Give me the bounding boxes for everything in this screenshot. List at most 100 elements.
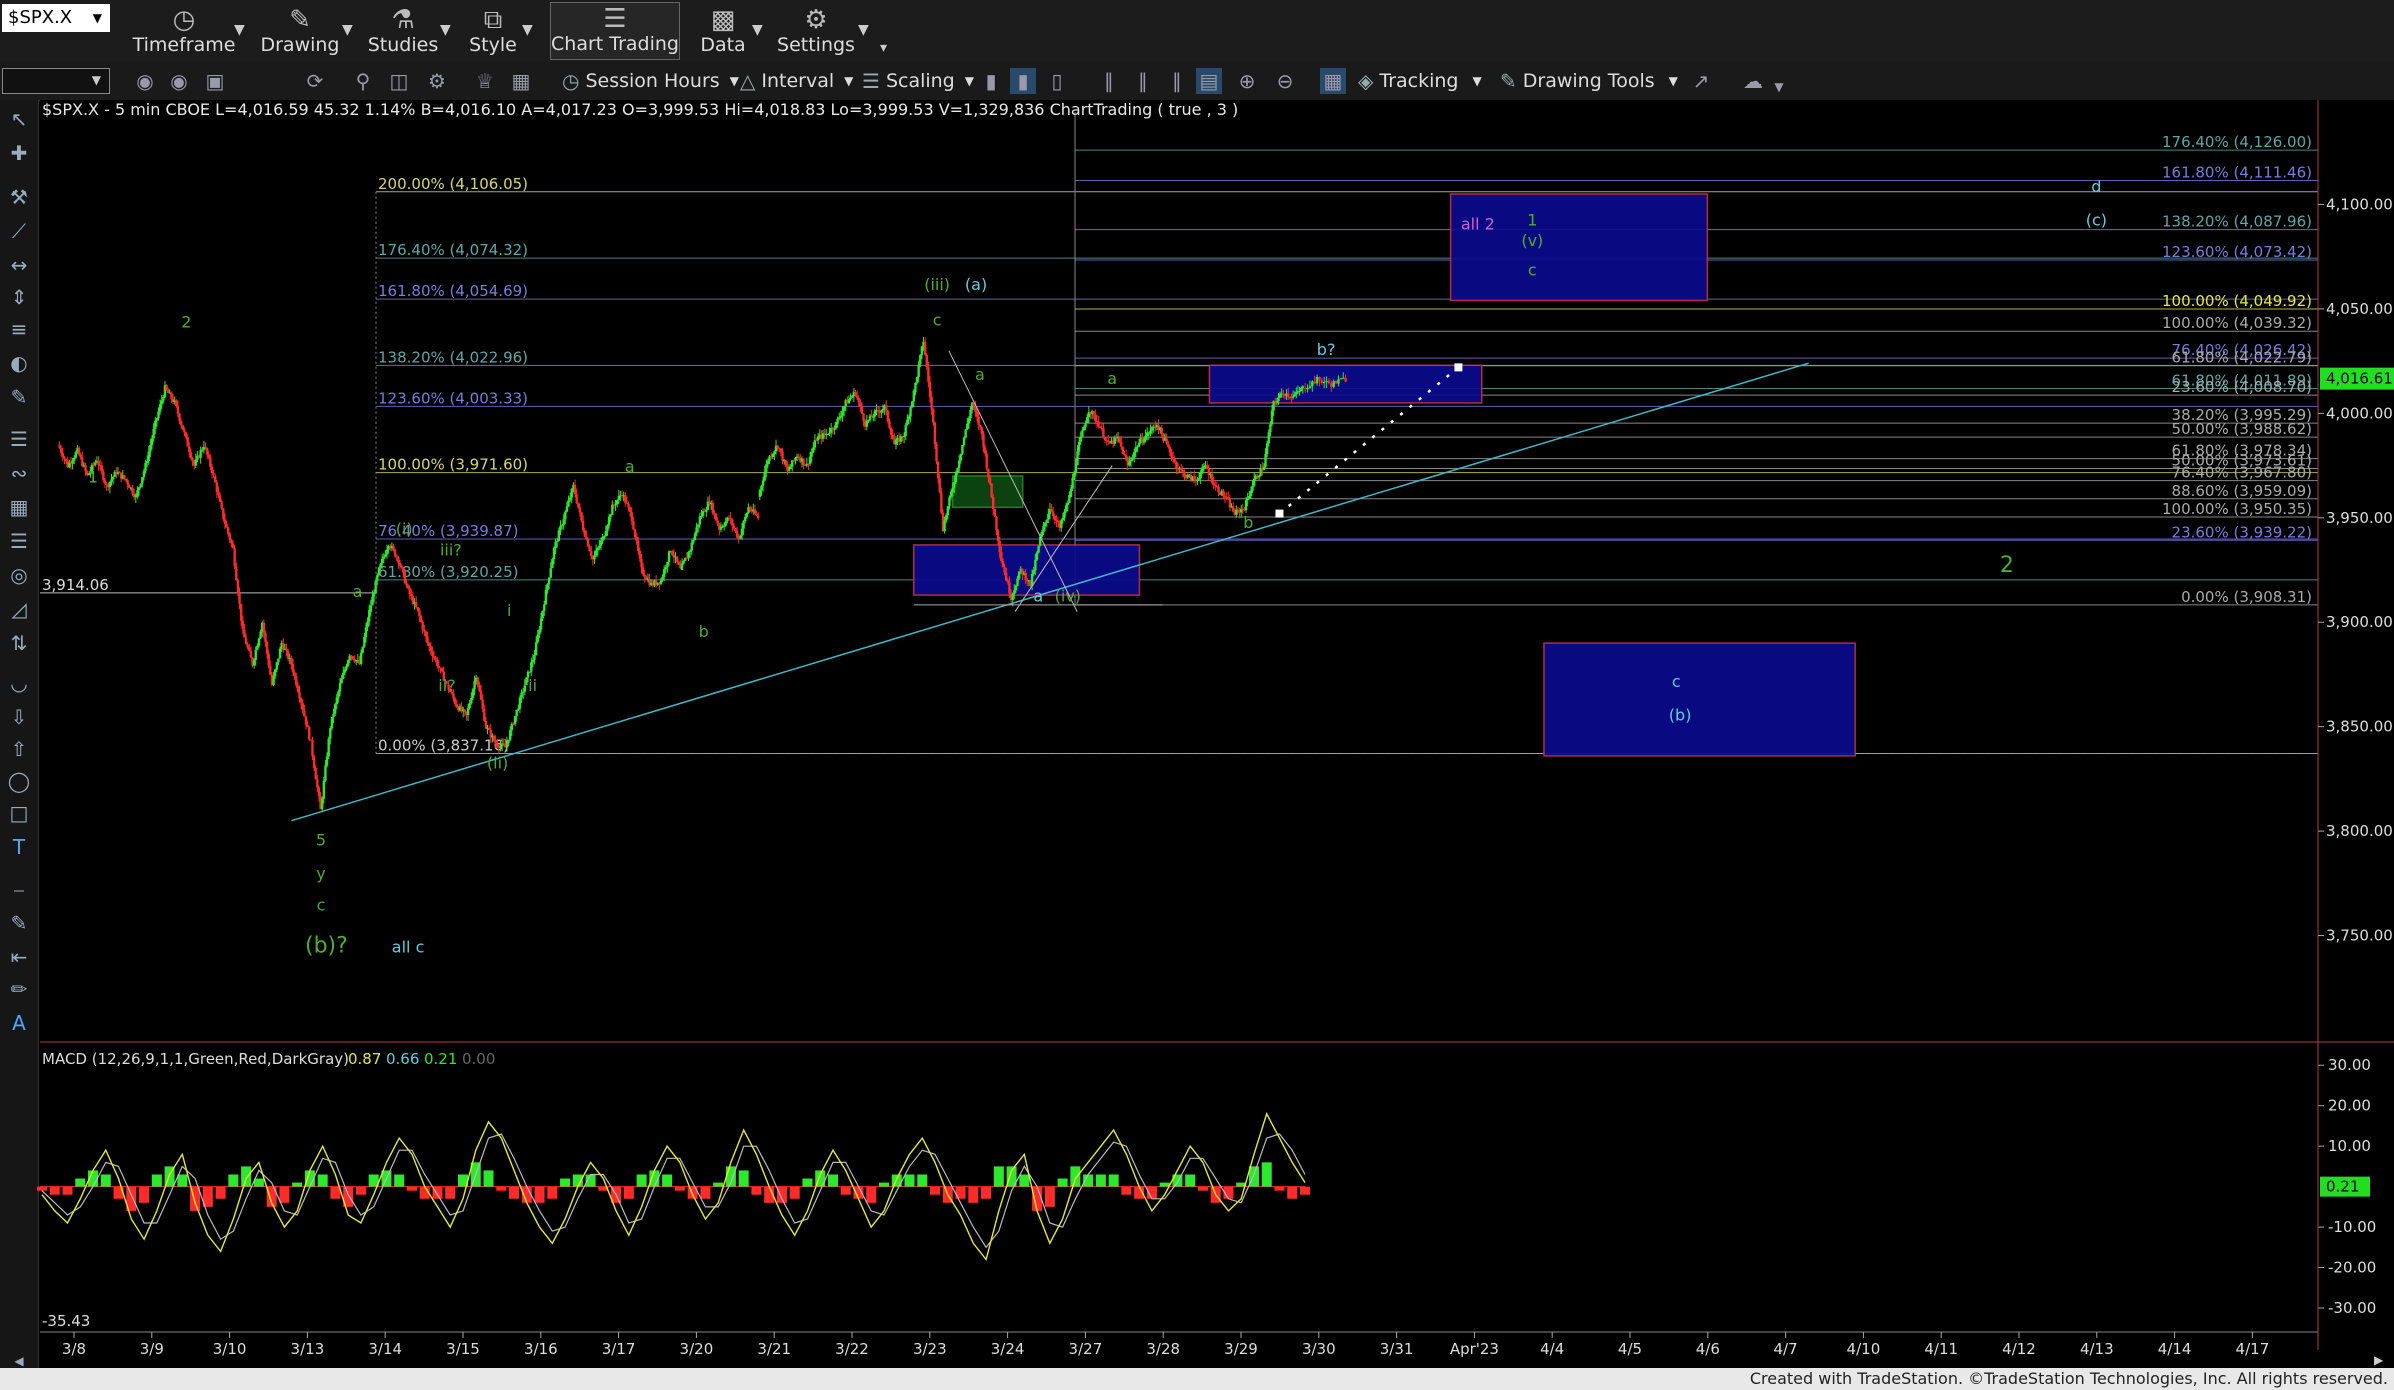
candle-body: [677, 561, 680, 565]
candle-body: [272, 676, 275, 685]
fib-level-label: 100.00% (4,049.92): [2162, 292, 2312, 310]
timeframe-button[interactable]: ◷ Timeframe: [132, 2, 236, 60]
candle-body: [714, 513, 718, 521]
chevron-down-icon[interactable]: ▾: [880, 40, 887, 56]
refresh-icon[interactable]: ⟳: [302, 68, 328, 94]
symbol-input[interactable]: $SPX.X ▼: [2, 4, 110, 32]
chevron-down-icon[interactable]: ▼: [234, 22, 245, 38]
candle-body: [1055, 520, 1058, 522]
chevron-down-icon[interactable]: ▼: [342, 22, 353, 38]
interval-input[interactable]: ▼: [2, 68, 110, 94]
x-tick-label: 3/30: [1302, 1340, 1336, 1358]
candle-body: [436, 659, 439, 667]
layout-icon[interactable]: ▤: [1196, 68, 1222, 94]
macd-histogram-bar: [253, 1178, 264, 1187]
candle-body: [397, 557, 400, 563]
x-tick-label: 3/15: [446, 1340, 480, 1358]
candle-body: [615, 500, 619, 505]
fib-level-label: 123.60% (4,073.42): [2162, 243, 2312, 261]
style-button[interactable]: ⧉ Style: [466, 2, 520, 60]
candle-body: [1264, 454, 1267, 467]
cycle-icon[interactable]: ◉: [132, 68, 158, 94]
candle-body: [812, 447, 815, 453]
cycle-icon[interactable]: ◉: [166, 68, 192, 94]
style-icon[interactable]: ♕: [472, 68, 498, 94]
candle-body: [494, 740, 497, 744]
candle-body: [515, 709, 518, 717]
chart-trading-button[interactable]: ☰ Chart Trading: [550, 2, 680, 60]
fib-level-label: 100.00% (3,971.60): [378, 456, 528, 474]
candle-body: [598, 545, 601, 549]
candle-body: [264, 632, 267, 643]
candle-body: [79, 454, 82, 458]
wave-label: (b): [1669, 705, 1692, 724]
spacing-icon[interactable]: ∥: [1130, 68, 1156, 94]
chevron-down-icon[interactable]: ▼: [858, 22, 869, 38]
candle-body: [1008, 582, 1011, 594]
candle-body: [776, 445, 779, 448]
format-icon[interactable]: ▦: [508, 68, 534, 94]
link-icon[interactable]: ☁: [1740, 68, 1766, 94]
macd-histogram-bar: [738, 1170, 749, 1187]
candle-body: [188, 446, 191, 453]
candle-body: [792, 460, 796, 462]
zoom-out-icon[interactable]: ⊖: [1272, 68, 1298, 94]
candle-hollow-icon[interactable]: ▯: [1044, 68, 1070, 94]
candle-body: [1128, 461, 1131, 466]
chevron-down-icon[interactable]: ▼: [522, 22, 533, 38]
candle-body: [100, 465, 103, 472]
macd-histogram-bar: [968, 1186, 979, 1203]
candle-body: [308, 727, 311, 740]
candle-body: [662, 569, 666, 577]
candle-body: [1092, 411, 1095, 415]
bar-type-icon[interactable]: ▮: [978, 68, 1004, 94]
drawing-tools-button[interactable]: ✎ Drawing Tools ▼: [1500, 66, 1678, 96]
grid-icon[interactable]: ▦: [1320, 68, 1346, 94]
candle-body: [748, 507, 752, 510]
candle-body: [233, 548, 236, 567]
candle-icon[interactable]: ▮: [1010, 68, 1036, 94]
last-price-label: 4,016.61: [2326, 370, 2393, 388]
candle-body: [141, 477, 144, 484]
candle-body: [1272, 400, 1275, 411]
candle-body: [1222, 490, 1225, 497]
wave-label: 1: [1527, 210, 1537, 229]
macd-histogram-bar: [100, 1174, 111, 1187]
candle-body: [554, 541, 557, 548]
price-chart[interactable]: 200.00% (4,106.05)176.40% (4,074.32)161.…: [0, 100, 2394, 1368]
candle-body: [590, 551, 593, 557]
chevron-down-icon[interactable]: ▼: [752, 22, 763, 38]
fib-level-label: 123.60% (4,003.33): [378, 389, 528, 407]
candle-body: [693, 533, 697, 540]
x-tick-label: 4/6: [1696, 1340, 1720, 1358]
window-icon[interactable]: ▣: [202, 68, 228, 94]
data-button[interactable]: ▩ Data: [696, 2, 750, 60]
spacing-icon[interactable]: ∥: [1164, 68, 1190, 94]
tracking-button[interactable]: ◈ Tracking ▼: [1358, 66, 1482, 96]
session-hours-button[interactable]: ◷ Session Hours ▼: [562, 66, 739, 96]
tool-icon[interactable]: ⚙: [424, 68, 450, 94]
candle-body: [575, 494, 578, 503]
chevron-down-icon[interactable]: ▼: [440, 22, 451, 38]
chevron-down-icon[interactable]: ▼: [1766, 74, 1792, 100]
macd-histogram-bar: [151, 1174, 162, 1187]
settings-button[interactable]: ⚙ Settings: [776, 2, 856, 60]
scaling-button[interactable]: ☰ Scaling ▼: [862, 66, 974, 96]
candle-body: [1107, 440, 1110, 442]
zoom-in-icon[interactable]: ⊕: [1234, 68, 1260, 94]
candle-body: [671, 551, 674, 555]
candle-body: [207, 454, 210, 458]
spacing-icon[interactable]: ∥: [1096, 68, 1122, 94]
candle-body: [808, 456, 812, 464]
candle-body: [643, 574, 646, 578]
candle-body: [361, 646, 364, 653]
interval-button[interactable]: △ Interval ▼: [740, 66, 853, 96]
search-icon[interactable]: ⚲: [350, 68, 376, 94]
candle-body: [505, 742, 509, 748]
save-icon[interactable]: ◫: [386, 68, 412, 94]
candle-body: [959, 453, 963, 461]
popout-icon[interactable]: ↗: [1688, 68, 1714, 94]
studies-button[interactable]: ⚗ Studies: [366, 2, 440, 60]
candle-body: [432, 656, 436, 658]
drawing-button[interactable]: ✎ Drawing: [258, 2, 342, 60]
